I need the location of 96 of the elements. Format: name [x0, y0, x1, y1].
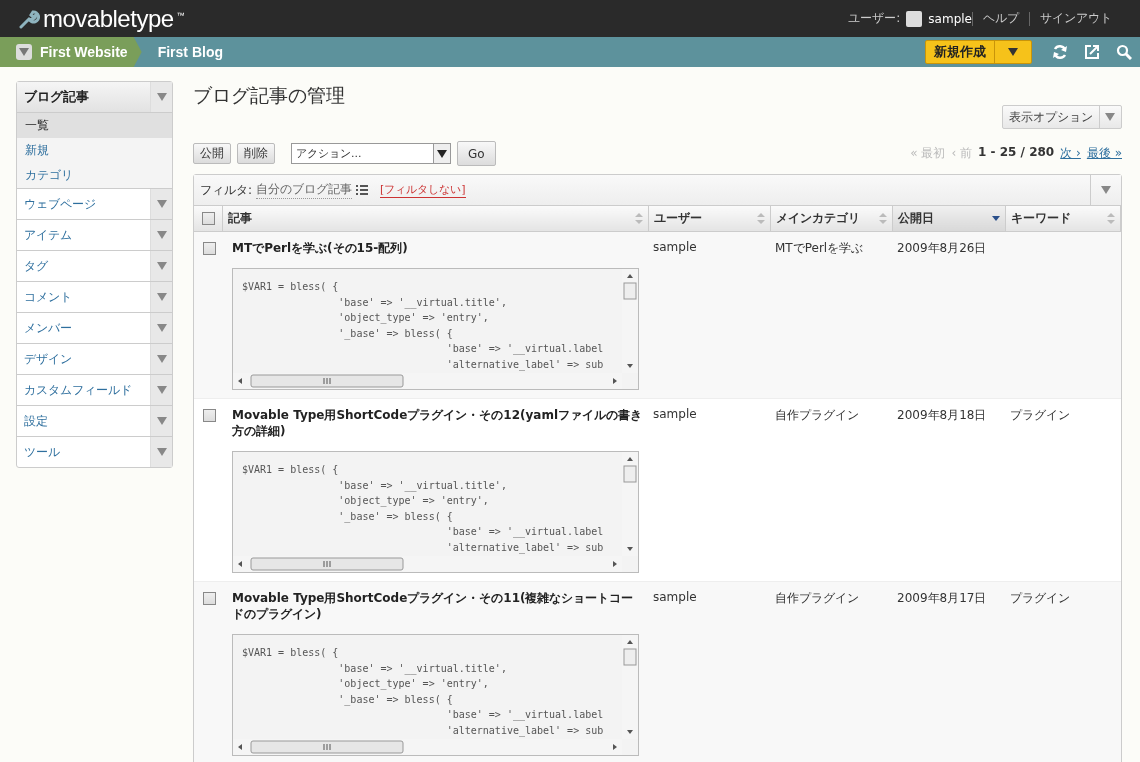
list-icon[interactable]	[356, 185, 369, 195]
new-button[interactable]: 新規作成	[925, 40, 1032, 64]
clear-filter-link[interactable]: [フィルタしない]	[380, 182, 466, 198]
table-cell: sample	[648, 231, 770, 399]
checkbox[interactable]	[203, 592, 216, 605]
table-cell: 2009年8月26日	[892, 231, 1005, 399]
expand-toggle[interactable]	[150, 437, 172, 467]
table-cell: 自作プラグイン	[770, 398, 892, 582]
action-select[interactable]: アクション...	[291, 143, 451, 164]
caret-icon	[156, 448, 167, 456]
table-cell: sample	[648, 581, 770, 762]
sidebar-item[interactable]: メンバー	[17, 313, 150, 343]
sidebar-item[interactable]: デザイン	[17, 344, 150, 374]
table-cell: 2009年8月17日	[892, 581, 1005, 762]
sidebar-item[interactable]: タグ	[17, 251, 150, 281]
expand-toggle[interactable]	[150, 189, 172, 219]
pagination-text: 1 - 25 / 280	[978, 145, 1055, 161]
header-link[interactable]: サインアウト	[1030, 10, 1122, 27]
checkbox[interactable]	[203, 409, 216, 422]
table-cell: sample	[648, 398, 770, 582]
entry-title-link[interactable]: Movable Type用ShortCodeプラグイン・その12(yamlファイルの書き方の詳細)	[232, 407, 643, 439]
sidebar-subitem[interactable]: 新規	[17, 138, 172, 163]
sort-icon	[878, 213, 887, 224]
caret-icon	[1101, 186, 1111, 194]
caret-icon	[156, 386, 167, 394]
column-header[interactable]: メインカテゴリ	[770, 206, 892, 232]
expand-toggle[interactable]	[150, 313, 172, 343]
entry-title-link[interactable]: Movable Type用ShortCodeプラグイン・その11(複雑なショートコードのプラグイン)	[232, 590, 643, 622]
refresh-icon[interactable]	[1052, 44, 1068, 60]
expand-toggle[interactable]	[150, 251, 172, 281]
caret-icon	[437, 149, 447, 158]
caret-icon	[156, 200, 167, 208]
table-cell: プラグイン	[1005, 398, 1121, 582]
caret-icon	[156, 355, 167, 363]
pagination-link[interactable]: 最後 »	[1086, 145, 1122, 162]
sidebar-item[interactable]: アイテム	[17, 220, 150, 250]
user-name[interactable]: sample	[928, 11, 972, 26]
page-title: ブログ記事の管理	[193, 83, 345, 108]
search-icon[interactable]	[1116, 44, 1132, 60]
sort-icon	[634, 213, 643, 224]
table-cell: プラグイン	[1005, 581, 1121, 762]
entry-title-link[interactable]: MTでPerlを学ぶ(その15‐配列)	[232, 240, 643, 256]
column-header[interactable]: ユーザー	[648, 206, 770, 232]
external-link-icon[interactable]	[1084, 44, 1100, 60]
go-button[interactable]: Go	[457, 141, 496, 166]
checkbox[interactable]	[203, 242, 216, 255]
expand-toggle[interactable]	[150, 220, 172, 250]
filter-value[interactable]: 自分のブログ記事	[256, 181, 353, 199]
expand-toggle[interactable]	[150, 406, 172, 436]
column-header[interactable]: 公開日	[892, 206, 1005, 232]
caret-icon	[156, 293, 167, 301]
caret-icon	[156, 93, 167, 101]
caret-icon	[19, 48, 29, 56]
pagination-text: « 最初	[910, 145, 946, 162]
caret-icon	[1105, 113, 1115, 121]
caret-icon	[156, 231, 167, 239]
pagination-link[interactable]: 次 ›	[1060, 145, 1081, 162]
sidebar-item[interactable]: ウェブページ	[17, 189, 150, 219]
header-link[interactable]: ヘルプ	[973, 10, 1029, 27]
sort-desc-icon	[991, 216, 1000, 221]
column-header[interactable]: キーワード	[1005, 206, 1121, 232]
sidebar-item[interactable]: コメント	[17, 282, 150, 312]
pagination-text: ‹ 前	[951, 145, 973, 162]
caret-icon	[156, 324, 167, 332]
wrench-icon	[18, 7, 40, 30]
logo-text: movabletype	[43, 4, 174, 33]
sidebar-item[interactable]: 設定	[17, 406, 150, 436]
checkbox[interactable]	[202, 211, 215, 225]
sidebar-subitem[interactable]: カテゴリ	[17, 163, 172, 188]
expand-toggle[interactable]	[150, 344, 172, 374]
display-options-button[interactable]: 表示オプション	[1002, 105, 1122, 129]
sort-icon	[756, 213, 765, 224]
caret-icon	[1008, 48, 1018, 56]
code-text: $VAR1 = bless( { 'base' => '__virtual.title', 'object_type' => 'entry', '_base' => bless( { 'base' => '__virtual.label 'alternative_label' => sub	[241, 463, 605, 556]
caret-icon	[156, 417, 167, 425]
code-text: $VAR1 = bless( { 'base' => '__virtual.title', 'object_type' => 'entry', '_base' => bless( { 'base' => '__virtual.label 'alternative_label' => sub	[241, 646, 605, 739]
expand-toggle[interactable]	[150, 82, 172, 112]
table-cell: 2009年8月18日	[892, 398, 1005, 582]
sidebar-item[interactable]: ツール	[17, 437, 150, 467]
table-cell: MTでPerlを学ぶ	[770, 231, 892, 399]
column-header[interactable]: 記事	[222, 206, 648, 232]
sidebar-subitem[interactable]: 一覧	[17, 113, 172, 138]
expand-toggle[interactable]	[150, 282, 172, 312]
action-button[interactable]: 公開	[193, 143, 231, 164]
sidebar-item[interactable]: カスタムフィールド	[17, 375, 150, 405]
table-cell: 自作プラグイン	[770, 581, 892, 762]
filter-label: フィルタ:	[200, 181, 253, 199]
sidebar-item[interactable]: ブログ記事	[17, 82, 150, 112]
expand-toggle[interactable]	[150, 375, 172, 405]
caret-icon	[156, 262, 167, 270]
trademark: ™	[176, 10, 185, 20]
avatar-icon	[906, 10, 923, 27]
user-label: ユーザー:	[848, 10, 901, 27]
code-text: $VAR1 = bless( { 'base' => '__virtual.title', 'object_type' => 'entry', '_base' => bless( { 'base' => '__virtual.label 'alternative_label' => sub	[241, 280, 605, 373]
sort-icon	[1107, 213, 1115, 224]
action-button[interactable]: 削除	[237, 143, 275, 164]
